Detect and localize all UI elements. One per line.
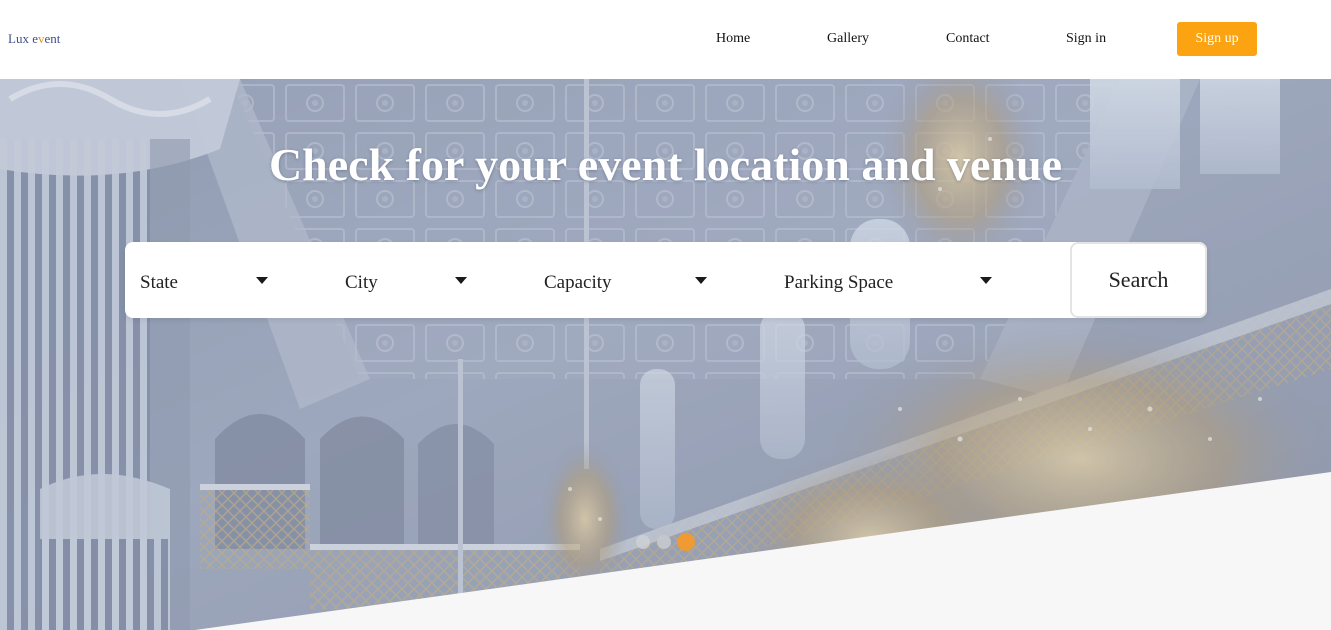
nav-signin-link[interactable]: Sign in	[1066, 30, 1106, 47]
caret-down-icon	[695, 277, 707, 284]
nav-contact-link[interactable]: Contact	[946, 30, 990, 47]
carousel-dot-1[interactable]	[636, 535, 650, 549]
capacity-dropdown-label: Capacity	[544, 272, 612, 293]
brand-logo[interactable]: Lux event	[8, 31, 60, 47]
hero-section: Check for your event location and venue …	[0, 79, 1331, 630]
search-button[interactable]: Search	[1070, 242, 1207, 318]
hero-title: Check for your event location and venue	[268, 139, 1063, 190]
nav-home-link[interactable]: Home	[716, 30, 750, 47]
caret-down-icon	[455, 277, 467, 284]
brand-name-part1: Lux e	[8, 31, 38, 46]
caret-down-icon	[256, 277, 268, 284]
venue-search-bar: State City Capacity Parking Space Search	[125, 242, 1207, 318]
state-dropdown[interactable]: State	[140, 242, 280, 318]
carousel-dot-2[interactable]	[657, 535, 671, 549]
state-dropdown-label: State	[140, 272, 178, 293]
carousel-dot-3-active[interactable]	[677, 533, 695, 551]
nav-gallery-link[interactable]: Gallery	[827, 30, 869, 47]
navbar: Lux event Home Gallery Contact Sign in S…	[0, 0, 1331, 79]
caret-down-icon	[980, 277, 992, 284]
parking-space-dropdown[interactable]: Parking Space	[784, 242, 1004, 318]
city-dropdown-label: City	[345, 272, 378, 293]
brand-name-part2: ent	[44, 31, 61, 46]
capacity-dropdown[interactable]: Capacity	[544, 242, 714, 318]
signup-button[interactable]: Sign up	[1177, 22, 1257, 56]
parking-space-dropdown-label: Parking Space	[784, 272, 894, 293]
city-dropdown[interactable]: City	[345, 242, 475, 318]
